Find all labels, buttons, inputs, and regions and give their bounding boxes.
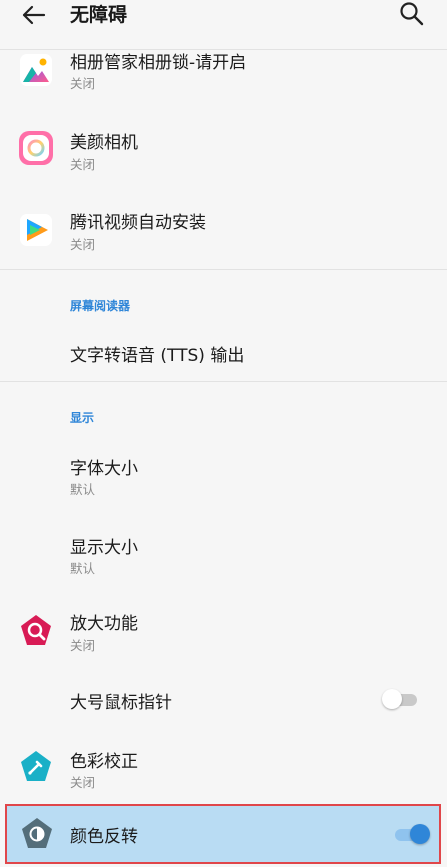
service-item-tencent-video[interactable]: 腾讯视频自动安装 关闭 xyxy=(0,206,447,268)
display-size-label: 显示大小 xyxy=(70,538,138,558)
font-size-item[interactable]: 字体大小 默认 xyxy=(0,446,447,522)
toggle-knob xyxy=(382,689,402,709)
tts-output-item[interactable]: 文字转语音 (TTS) 输出 xyxy=(0,330,447,378)
search-icon xyxy=(400,2,424,26)
divider xyxy=(0,269,447,270)
magnification-label: 放大功能 xyxy=(70,614,138,634)
service-label: 美颜相机 xyxy=(70,133,138,153)
large-pointer-label: 大号鼠标指针 xyxy=(70,693,172,713)
service-status: 关闭 xyxy=(70,237,96,252)
service-label: 相册管家相册锁-请开启 xyxy=(70,53,247,73)
service-status: 关闭 xyxy=(70,157,96,172)
magnify-icon xyxy=(18,613,54,649)
back-arrow-icon xyxy=(22,5,46,25)
divider xyxy=(0,381,447,382)
back-button[interactable] xyxy=(16,2,52,30)
color-correction-label: 色彩校正 xyxy=(70,752,138,772)
magnification-status: 关闭 xyxy=(70,638,96,653)
app-bar: 无障碍 xyxy=(0,0,447,48)
section-header-display: 显示 xyxy=(70,411,95,425)
gallery-lock-app-icon xyxy=(18,52,54,88)
magnification-item[interactable]: 放大功能 关闭 xyxy=(0,603,447,669)
page-title: 无障碍 xyxy=(70,4,128,26)
toggle-knob xyxy=(410,824,430,844)
section-header-screen-reader: 屏幕阅读器 xyxy=(70,299,131,313)
large-pointer-item[interactable]: 大号鼠标指针 xyxy=(0,672,447,728)
tencent-video-app-icon xyxy=(18,212,54,248)
display-size-value: 默认 xyxy=(70,561,96,576)
display-size-item[interactable]: 显示大小 默认 xyxy=(0,525,447,601)
tts-label: 文字转语音 (TTS) 输出 xyxy=(70,346,245,366)
font-size-value: 默认 xyxy=(70,482,96,497)
service-status: 关闭 xyxy=(70,76,96,91)
color-inversion-label: 颜色反转 xyxy=(70,827,138,847)
contrast-icon xyxy=(19,816,55,852)
color-correction-item[interactable]: 色彩校正 关闭 xyxy=(0,737,447,797)
beauty-camera-app-icon xyxy=(18,130,54,166)
color-inversion-item[interactable]: 颜色反转 xyxy=(5,804,441,864)
color-inversion-toggle[interactable] xyxy=(392,823,430,845)
font-size-label: 字体大小 xyxy=(70,459,138,479)
color-dropper-icon xyxy=(18,749,54,785)
service-item-gallery-lock[interactable]: 相册管家相册锁-请开启 关闭 xyxy=(0,50,447,126)
service-label: 腾讯视频自动安装 xyxy=(70,213,206,233)
service-item-beauty-camera[interactable]: 美颜相机 关闭 xyxy=(0,126,447,206)
large-pointer-toggle[interactable] xyxy=(382,688,420,710)
search-button[interactable] xyxy=(396,0,428,30)
color-correction-status: 关闭 xyxy=(70,775,96,790)
